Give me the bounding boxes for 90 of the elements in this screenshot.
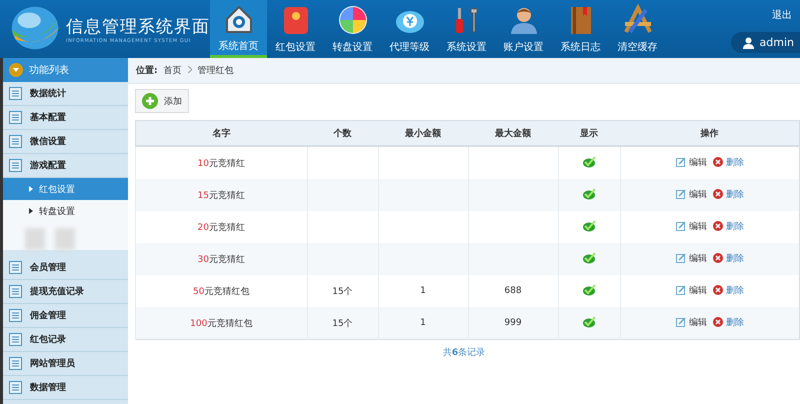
count-cell: 15个 (332, 318, 353, 328)
delete-link[interactable]: 删除 (712, 156, 744, 169)
breadcrumb-label: 位置: (136, 64, 158, 77)
delete-icon (712, 317, 723, 328)
sidebar-subitem[interactable]: 红包设置 (3, 178, 128, 200)
sidebar-item[interactable]: 提现充值记录 (3, 280, 128, 304)
sidebar-item[interactable]: 数据统计 (3, 82, 128, 106)
list-icon (9, 261, 22, 274)
list-icon (9, 135, 22, 148)
name-cell: 10元竞猜红 (198, 158, 245, 168)
app-title: 信息管理系统界面 (66, 16, 210, 38)
sidebar-item[interactable]: 基本配置 (3, 106, 128, 130)
edit-icon (676, 253, 686, 264)
delete-icon (712, 157, 723, 168)
brush-ruler-icon (622, 4, 654, 36)
count-cell: 15个 (332, 286, 353, 296)
sidebar-item[interactable]: 佣金管理 (3, 304, 128, 328)
nav-tab[interactable]: 转盘设置 (324, 0, 381, 58)
edit-icon (676, 317, 686, 328)
delete-link[interactable]: 删除 (712, 252, 744, 265)
max-amount-cell: 999 (504, 318, 522, 328)
username: admin (760, 36, 794, 49)
blurred-text (25, 228, 75, 250)
nav-tab[interactable]: 系统日志 (552, 0, 609, 58)
name-cell: 30元竞猜红 (198, 254, 245, 264)
edit-icon (676, 189, 686, 200)
edit-link[interactable]: 编辑 (676, 156, 707, 169)
column-header: 操作 (620, 120, 800, 146)
min-amount-cell: 1 (420, 318, 426, 328)
delete-icon (712, 189, 723, 200)
list-icon (9, 333, 22, 346)
bullet-arrow-icon (29, 186, 33, 192)
list-icon (9, 87, 22, 100)
sidebar-item[interactable]: 微信设置 (3, 130, 128, 154)
edit-link[interactable]: 编辑 (676, 188, 707, 201)
max-amount-cell: 688 (504, 286, 522, 296)
edit-icon (676, 285, 686, 296)
list-icon (9, 357, 22, 370)
delete-icon (712, 253, 723, 264)
record-count: 共6条记录 (442, 348, 486, 358)
list-icon (9, 285, 22, 298)
min-amount-cell: 1 (420, 286, 426, 296)
name-cell: 100元竞猜红包 (190, 318, 252, 328)
edit-link[interactable]: 编辑 (676, 220, 707, 233)
column-header: 最小金额 (378, 120, 468, 146)
sidebar-item[interactable]: 数据管理 (3, 376, 128, 400)
plus-icon (142, 93, 158, 109)
column-header: 显示 (558, 120, 620, 146)
edit-link[interactable]: 编辑 (676, 284, 707, 297)
column-header: 名字 (136, 120, 307, 146)
nav-tab[interactable]: 清空缓存 (609, 0, 666, 58)
collapse-icon (9, 63, 23, 77)
column-header: 最大金额 (468, 120, 558, 146)
delete-link[interactable]: 删除 (712, 316, 744, 329)
edit-link[interactable]: 编辑 (676, 316, 707, 329)
delete-icon (712, 285, 723, 296)
sidebar-subitem[interactable]: 转盘设置 (3, 200, 128, 222)
logout-link[interactable]: 退出 (772, 8, 792, 22)
list-icon (9, 381, 22, 394)
sidebar-item[interactable]: 红包记录 (3, 328, 128, 352)
user-icon (742, 36, 754, 48)
column-header: 个数 (307, 120, 378, 146)
list-icon (9, 159, 22, 172)
color-wheel-icon (336, 4, 368, 36)
breadcrumb-link[interactable]: 首页 (164, 64, 182, 77)
breadcrumb-separator-icon (188, 66, 192, 76)
delete-link[interactable]: 删除 (712, 220, 744, 233)
edit-icon (676, 157, 686, 168)
list-icon (9, 309, 22, 322)
name-cell: 20元竞猜红 (198, 222, 245, 232)
edit-link[interactable]: 编辑 (676, 252, 707, 265)
name-cell: 50元竞猜红包 (193, 286, 250, 296)
delete-link[interactable]: 删除 (712, 284, 744, 297)
sidebar-item[interactable]: 网站管理员 (3, 352, 128, 376)
delete-link[interactable]: 删除 (712, 188, 744, 201)
breadcrumb-link[interactable]: 管理红包 (198, 64, 234, 77)
nav-tab[interactable]: 系统首页 (210, 0, 267, 58)
sidebar-item[interactable]: 会员管理 (3, 256, 128, 280)
user-badge[interactable]: admin (730, 32, 800, 53)
add-button[interactable]: 添加 (135, 89, 189, 113)
nav-tab[interactable]: 红包设置 (267, 0, 324, 58)
name-cell: 15元竞猜红 (198, 190, 245, 200)
nav-tab[interactable]: 系统设置 (438, 0, 495, 58)
edit-icon (676, 221, 686, 232)
bullet-arrow-icon (29, 208, 33, 214)
sidebar-title: 功能列表 (29, 64, 69, 77)
delete-icon (712, 221, 723, 232)
nav-tab[interactable]: 账户设置 (495, 0, 552, 58)
list-icon (9, 111, 22, 124)
nav-tab[interactable]: 代理等级 (381, 0, 438, 58)
